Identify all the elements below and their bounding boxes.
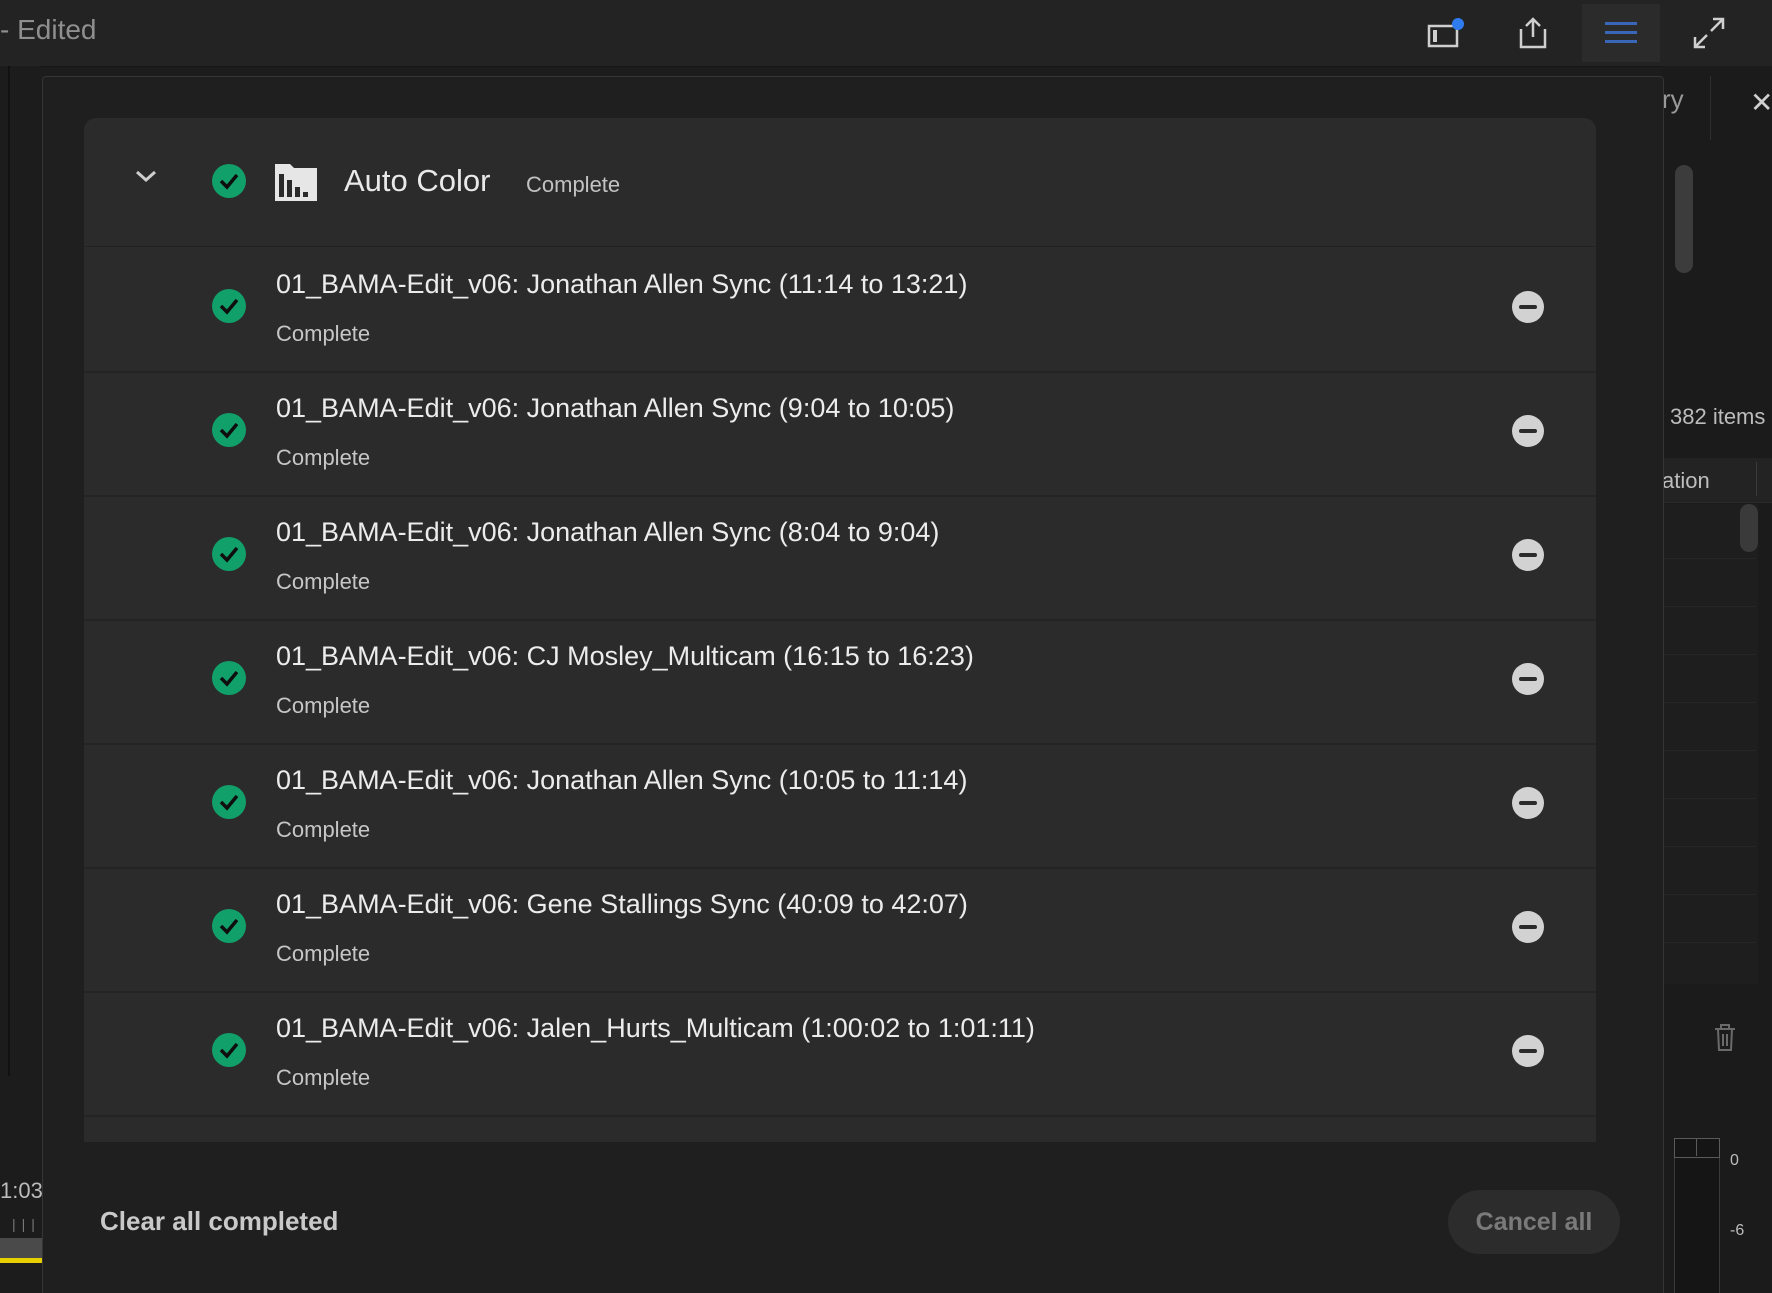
cancel-all-button[interactable]: Cancel all	[1448, 1190, 1620, 1254]
queue-item-title: 01_BAMA-Edit_v06: Jonathan Allen Sync (8…	[276, 517, 940, 547]
project-list	[1662, 504, 1758, 984]
audio-meter	[1674, 1138, 1720, 1293]
trash-icon[interactable]	[1712, 1022, 1738, 1052]
clear-all-completed-button[interactable]: Clear all completed	[100, 1206, 338, 1237]
minus-icon	[1519, 925, 1537, 929]
remove-item-button[interactable]	[1512, 415, 1544, 447]
queue-item-title: 01_BAMA-Edit_v06: CJ Mosley_Multicam (16…	[276, 641, 974, 671]
minus-icon	[1519, 429, 1537, 433]
minus-icon	[1519, 305, 1537, 309]
notifications-icon	[1427, 18, 1464, 48]
list-row-line	[1662, 942, 1756, 943]
queue-item-title: 01_BAMA-Edit_v06: Jonathan Allen Sync (1…	[276, 269, 968, 299]
list-row-line	[1662, 558, 1756, 559]
queue-item-status: Complete	[276, 941, 371, 966]
list-row-line	[1662, 798, 1756, 799]
minus-icon	[1519, 801, 1537, 805]
checkmark-icon	[212, 661, 246, 695]
panel-divider	[8, 66, 10, 1076]
checkmark-icon	[212, 537, 246, 571]
dialog-scrollbar[interactable]	[1675, 165, 1693, 273]
timeline-timecode: 1:03	[0, 1178, 43, 1203]
project-list-scrollbar[interactable]	[1740, 504, 1758, 552]
queue-item-title: 01_BAMA-Edit_v06: Jonathan Allen Sync (1…	[276, 765, 968, 795]
queue-list-icon	[1605, 22, 1637, 43]
timeline-left-strip	[0, 66, 40, 1292]
column-header-duration[interactable]: ation	[1662, 468, 1710, 494]
queue-item-title: 01_BAMA-Edit_v06: Gene Stallings Sync (4…	[276, 889, 968, 919]
minus-icon	[1519, 553, 1537, 557]
remove-item-button[interactable]	[1512, 663, 1544, 695]
queue-item: 01_BAMA-Edit_v06: Jonathan Allen Sync (9…	[84, 371, 1596, 497]
timeline-ruler-ticks: |||	[12, 1216, 41, 1232]
checkmark-icon	[212, 909, 246, 943]
remove-item-button[interactable]	[1512, 1035, 1544, 1067]
remove-item-button[interactable]	[1512, 787, 1544, 819]
queue-item-status: Complete	[276, 321, 371, 346]
list-row-line	[1662, 750, 1756, 751]
queue-item-status: Complete	[276, 569, 371, 594]
group-title: Auto Color	[344, 163, 491, 198]
remove-item-button[interactable]	[1512, 291, 1544, 323]
queue-item-status: Complete	[276, 817, 371, 842]
list-row-line	[1662, 654, 1756, 655]
auto-color-folder-icon	[275, 164, 317, 201]
checkmark-icon	[212, 785, 246, 819]
minus-icon	[1519, 1049, 1537, 1053]
list-row-line	[1662, 894, 1756, 895]
top-bar: - Edited	[0, 0, 1772, 67]
notifications-button[interactable]	[1406, 4, 1484, 62]
group-header-auto-color[interactable]: Auto Color Complete	[84, 118, 1596, 247]
audio-meter-divider	[1696, 1138, 1697, 1156]
queue-item: 01_BAMA-Edit_v06: CJ Mosley_Multicam (16…	[84, 619, 1596, 745]
tab-separator	[1710, 76, 1711, 140]
group-status: Complete	[526, 172, 621, 197]
queue-item-status: Complete	[276, 1065, 371, 1090]
queue-list: Auto Color Complete 01_BAMA-Edit_v06: Jo…	[84, 118, 1596, 1142]
column-divider[interactable]	[1756, 462, 1757, 496]
expand-icon	[1693, 17, 1725, 49]
list-row-line	[1662, 846, 1756, 847]
queue-item: 01_BAMA-Edit_v06: Gene Stallings Sync (4…	[84, 867, 1596, 993]
audio-meter-peak	[1674, 1138, 1720, 1158]
progress-queue-button[interactable]	[1582, 4, 1660, 62]
queue-item-title: 01_BAMA-Edit_v06: Jonathan Allen Sync (9…	[276, 393, 955, 423]
queue-item: 01_BAMA-Edit_v06: Jonathan Allen Sync (8…	[84, 495, 1596, 621]
queue-item: 01_BAMA-Edit_v06: Jonathan Allen Sync (1…	[84, 743, 1596, 869]
share-button[interactable]	[1494, 4, 1572, 62]
list-row-line	[1662, 702, 1756, 703]
queue-item: 01_BAMA-Edit_v06: Jalen_Hurts_Multicam (…	[84, 991, 1596, 1117]
minus-icon	[1519, 677, 1537, 681]
timeline-playhead-range	[0, 1258, 42, 1263]
share-icon	[1519, 17, 1547, 49]
meter-label-0: 0	[1730, 1152, 1739, 1169]
close-icon[interactable]: ✕	[1750, 86, 1772, 119]
remove-item-button[interactable]	[1512, 539, 1544, 571]
remove-item-button[interactable]	[1512, 911, 1544, 943]
fullscreen-button[interactable]	[1670, 4, 1748, 62]
panel-tab-library[interactable]: ry	[1662, 84, 1684, 115]
queue-item-status: Complete	[276, 445, 371, 470]
checkmark-icon	[212, 1033, 246, 1067]
window-title: - Edited	[0, 14, 97, 45]
checkmark-icon	[212, 289, 246, 323]
queue-item-status: Complete	[276, 693, 371, 718]
checkmark-icon	[212, 164, 246, 198]
item-count: 382 items	[1670, 404, 1766, 429]
queue-item-title: 01_BAMA-Edit_v06: Jalen_Hurts_Multicam (…	[276, 1013, 1035, 1043]
list-row-line	[1662, 606, 1756, 607]
chevron-down-icon[interactable]	[134, 168, 158, 184]
meter-label-minus6: -6	[1730, 1222, 1745, 1239]
checkmark-icon	[212, 413, 246, 447]
queue-item: 01_BAMA-Edit_v06: Jonathan Allen Sync (1…	[84, 247, 1596, 373]
